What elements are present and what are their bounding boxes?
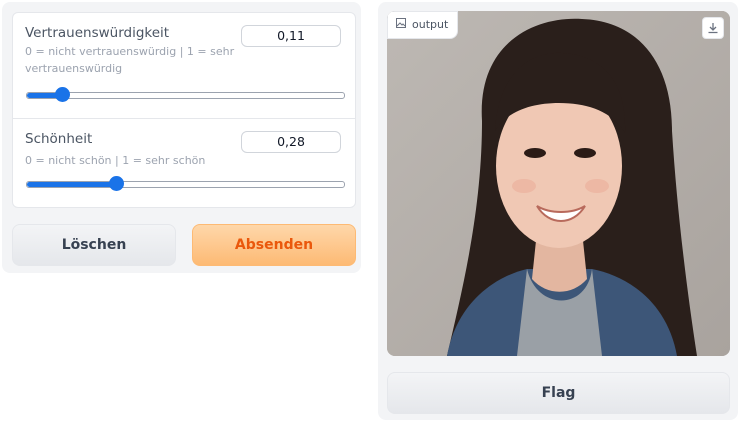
trust-label: Vertrauenswürdigkeit (25, 25, 170, 41)
beauty-number-input[interactable]: 0,28 (241, 131, 341, 153)
clear-button[interactable]: Löschen (12, 224, 176, 266)
portrait-image (387, 11, 730, 356)
sliders-container: Vertrauenswürdigkeit 0 = nicht vertrauen… (12, 12, 356, 208)
trust-info-line1: 0 = nicht vertrauenswürdig | 1 = sehr (25, 45, 235, 58)
beauty-info: 0 = nicht schön | 1 = sehr schön (25, 154, 206, 167)
output-label-tag: output (387, 11, 459, 39)
output-image: output (387, 11, 730, 356)
slider-block-trust: Vertrauenswürdigkeit 0 = nicht vertrauen… (13, 13, 355, 119)
trust-slider[interactable] (26, 87, 345, 102)
beauty-slider-thumb[interactable] (108, 176, 124, 191)
slider-block-beauty: Schönheit 0 = nicht schön | 1 = sehr sch… (13, 119, 355, 207)
submit-button[interactable]: Absenden (192, 224, 356, 266)
beauty-label: Schönheit (25, 131, 93, 147)
input-panel: Vertrauenswürdigkeit 0 = nicht vertrauen… (2, 2, 361, 273)
download-button[interactable] (702, 17, 724, 39)
download-icon (707, 19, 719, 38)
trust-slider-thumb[interactable] (54, 87, 70, 102)
flag-button[interactable]: Flag (387, 372, 730, 414)
image-icon (396, 13, 406, 37)
trust-number-input[interactable]: 0,11 (241, 25, 341, 47)
output-panel: output Flag (378, 2, 738, 420)
output-label: output (412, 18, 449, 31)
beauty-slider[interactable] (26, 176, 345, 191)
trust-info-line2: vertrauenswürdig (25, 62, 123, 75)
beauty-slider-fill (27, 182, 116, 187)
